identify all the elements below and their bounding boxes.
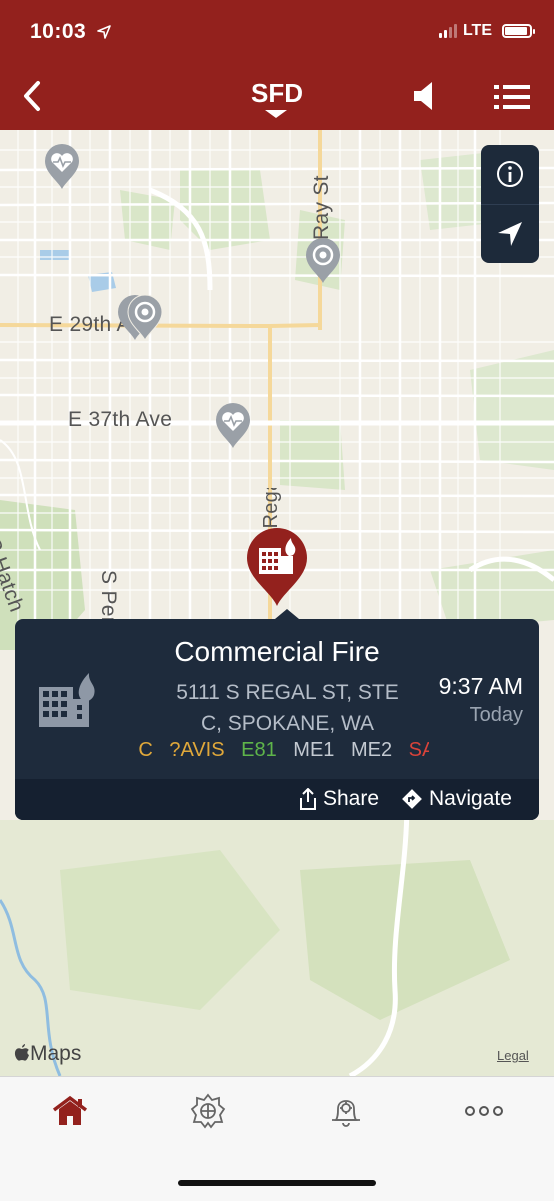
incident-pin-cluster[interactable] xyxy=(116,294,166,342)
battery-icon xyxy=(502,24,535,38)
tab-incidents[interactable] xyxy=(178,1091,238,1131)
directions-icon xyxy=(402,789,422,809)
more-icon xyxy=(465,1106,503,1116)
status-time: 10:03 xyxy=(30,20,111,44)
unit-badge: ?AVIS xyxy=(169,739,225,761)
incident-callout[interactable]: Commercial Fire 5111 S REGAL ST, STE C, … xyxy=(15,609,539,820)
apple-logo-icon xyxy=(14,1044,29,1061)
maps-brand-text: Maps xyxy=(30,1042,82,1065)
street-label-ray: Ray St xyxy=(310,175,333,240)
home-icon xyxy=(52,1095,88,1125)
locate-me-button[interactable] xyxy=(481,205,539,263)
incident-time: 9:37 AM xyxy=(438,673,523,699)
unit-badge: SA xyxy=(408,739,429,761)
alert-bell-icon xyxy=(332,1100,360,1127)
medical-pin-2[interactable] xyxy=(214,402,252,450)
incident-title: Commercial Fire xyxy=(174,636,380,667)
incident-day: Today xyxy=(469,704,523,726)
street-label-37th: E 37th Ave xyxy=(68,408,173,431)
callout-pointer xyxy=(275,609,299,619)
page-title: SFD xyxy=(251,78,303,108)
address-line-2: C, SPOKANE, WA xyxy=(200,712,375,735)
location-arrow-icon xyxy=(96,25,111,40)
maps-attribution: Maps xyxy=(14,1042,81,1066)
navigate-button[interactable]: Navigate xyxy=(401,787,512,811)
navigate-label: Navigate xyxy=(429,787,512,810)
share-button[interactable]: Share xyxy=(299,787,379,811)
map-controls xyxy=(481,145,539,263)
share-icon xyxy=(300,788,316,810)
incident-address: 5111 S REGAL ST, STE C, SPOKANE, WA xyxy=(145,677,430,739)
fire-badge-icon xyxy=(190,1093,226,1129)
tab-alerts[interactable] xyxy=(316,1091,376,1131)
selected-incident-pin[interactable] xyxy=(245,526,309,608)
callout-actions: Share Navigate xyxy=(15,779,539,820)
signal-strength-icon xyxy=(438,24,457,38)
incident-pin-ray[interactable] xyxy=(304,237,342,285)
agency-selector[interactable]: SFD xyxy=(0,78,554,109)
unit-badge: E81 xyxy=(241,739,277,761)
unit-badge: BC xyxy=(139,739,153,761)
tab-more[interactable] xyxy=(454,1091,514,1131)
map-info-button[interactable] xyxy=(481,145,539,203)
list-icon xyxy=(494,85,530,109)
unit-badge: ME2 xyxy=(350,739,393,761)
status-time-text: 10:03 xyxy=(30,20,87,43)
speaker-icon xyxy=(414,82,432,110)
legal-link[interactable]: Legal xyxy=(497,1048,529,1063)
network-type: LTE xyxy=(462,22,492,39)
unit-badge: ME1 xyxy=(293,739,335,761)
medical-pin-1[interactable] xyxy=(43,143,81,191)
responding-units: BC ?AVIS E81 ME1 ME2 SA xyxy=(139,739,429,767)
info-icon xyxy=(497,161,523,187)
status-bar: 10:03 LTE xyxy=(0,0,554,62)
home-indicator xyxy=(178,1180,376,1186)
address-line-1: 5111 S REGAL ST, STE xyxy=(176,681,399,704)
status-indicators: LTE xyxy=(438,22,535,40)
list-view-button[interactable] xyxy=(492,82,532,112)
tab-home[interactable] xyxy=(40,1091,100,1131)
nav-bar: SFD xyxy=(0,62,554,130)
commercial-fire-icon xyxy=(39,673,95,727)
location-arrow-icon xyxy=(498,222,522,246)
caret-down-icon xyxy=(265,110,287,118)
share-label: Share xyxy=(323,787,380,810)
audio-button[interactable] xyxy=(410,78,440,114)
